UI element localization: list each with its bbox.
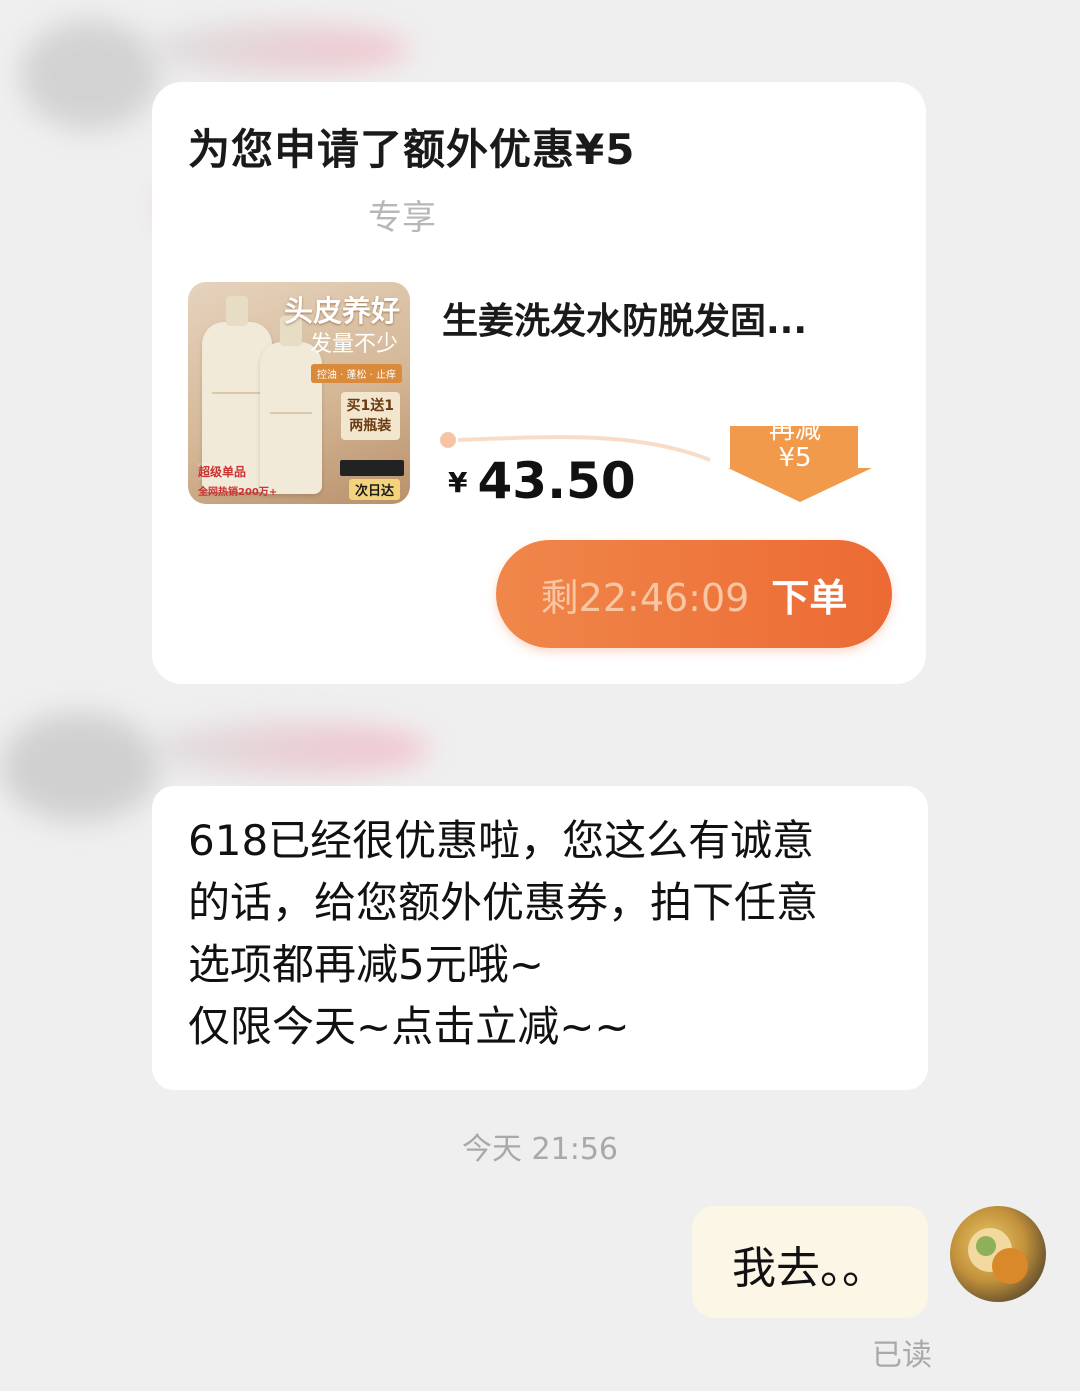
reduce-line2: ¥5 — [778, 443, 812, 473]
image-super: 超级单品 — [198, 463, 247, 480]
message-text: 618已经很优惠啦，您这么有诚意 的话，给您额外优惠券，拍下任意 选项都再减5元… — [188, 810, 908, 1058]
read-status: 已读 — [872, 1338, 932, 1373]
reply-text: 我去。。 — [732, 1243, 886, 1294]
image-badge-line1: 买1送1 — [346, 398, 394, 414]
order-button[interactable]: 剩22:46:09 下单 — [496, 540, 892, 648]
image-sales: 全网热销200万+ — [198, 487, 278, 498]
exclusive-label: 专享 — [368, 198, 436, 238]
reply-bubble[interactable]: 我去。。 — [692, 1206, 928, 1318]
reduce-line1: 再减 — [768, 415, 821, 445]
message-line: 618已经很优惠啦，您这么有诚意 — [188, 816, 815, 865]
timestamp: 今天 21:56 — [462, 1132, 618, 1167]
avatar-image-icon — [968, 1228, 1028, 1284]
price-value: 43.50 — [477, 452, 636, 510]
message-bubble[interactable]: 618已经很优惠啦，您这么有诚意 的话，给您额外优惠券，拍下任意 选项都再减5元… — [152, 786, 928, 1090]
message-line: 的话，给您额外优惠券，拍下任意 — [188, 878, 819, 927]
coupon-title: 为您申请了额外优惠¥5 — [188, 125, 636, 174]
product-image[interactable]: 头皮养好 发量不少 控油 · 蓬松 · 止痒 买1送1 两瓶装 次日达 超级单品… — [188, 282, 410, 504]
product-name[interactable]: 生姜洗发水防脱发固... — [442, 292, 807, 344]
image-badge-line2: 两瓶装 — [349, 418, 392, 434]
image-badge: 买1送1 两瓶装 — [340, 392, 400, 440]
price-dot-icon — [440, 432, 456, 448]
message-line: 仅限今天~点击立减~~ — [188, 1002, 630, 1051]
image-subline: 发量不少 — [309, 332, 398, 357]
message-line: 选项都再减5元哦~ — [188, 940, 544, 989]
countdown-timer: 剩22:46:09 — [540, 575, 750, 620]
price-currency: ¥ — [448, 466, 468, 499]
sf-express-icon — [340, 460, 404, 476]
image-headline: 头皮养好 — [283, 294, 400, 328]
image-tags: 控油 · 蓬松 · 止痒 — [310, 364, 402, 383]
order-button-label: 下单 — [771, 575, 848, 620]
user-avatar[interactable] — [950, 1206, 1046, 1302]
price: ¥43.50 — [448, 452, 636, 510]
redacted-avatar — [20, 20, 160, 130]
reduce-badge: 再减 ¥5 — [730, 416, 860, 472]
redacted-name — [150, 24, 410, 74]
coupon-card[interactable]: 为您申请了额外优惠¥5 专享 头皮养好 发量不少 控油 · 蓬松 · 止痒 买1… — [152, 82, 926, 684]
redacted-avatar — [0, 712, 160, 822]
image-next-day: 次日达 — [348, 479, 400, 500]
redacted-name — [150, 722, 430, 776]
